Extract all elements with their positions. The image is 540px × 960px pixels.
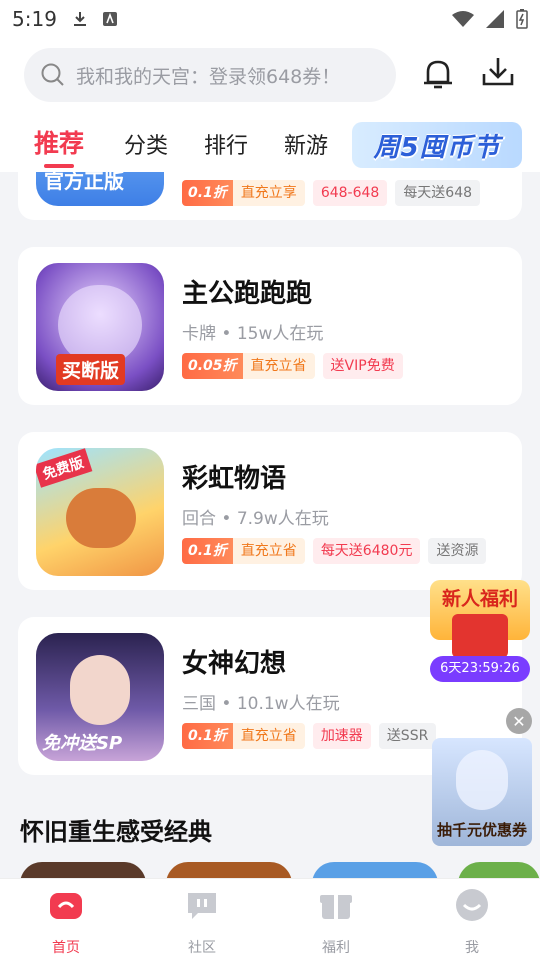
discount-label: 直充立省 (232, 538, 305, 564)
game-tag: 648-648 (312, 180, 388, 206)
search-placeholder: 我和我的天宫：登录领648券！ (76, 65, 341, 88)
discount-value: 0.05折 (182, 353, 243, 379)
section-title: 怀旧重生感受经典 (20, 818, 212, 846)
game-title: 女神幻想 (182, 649, 287, 679)
discount-badge: 0.05折 直充立省 (182, 353, 315, 379)
promo-text: 抽千元优惠券 (436, 821, 527, 839)
nav-community[interactable]: 社区 (162, 887, 242, 957)
game-card[interactable]: 免费版 彩虹物语 回合 • 7.9w人在玩 0.1折 直充立省 每天送6480元… (18, 432, 522, 590)
game-thumbnail[interactable] (458, 862, 540, 878)
game-title: 主公跑跑跑 (182, 279, 313, 309)
coupon-promo[interactable]: 抽千元优惠券 (432, 738, 532, 846)
discount-badge: 0.1折 直充立享 (182, 180, 305, 206)
nav-welfare[interactable]: 福利 (296, 887, 376, 957)
home-icon (50, 893, 82, 919)
nav-home[interactable]: 首页 (26, 887, 106, 957)
game-thumbnail: 买断版 (36, 263, 164, 391)
thumb-caption: 买断版 (56, 354, 126, 385)
tab-coin-festival-banner[interactable]: 周5囤币节 (352, 122, 522, 168)
game-tag: 加速器 (312, 723, 371, 749)
nav-me[interactable]: 我 (432, 887, 512, 957)
thumb-caption: 免冲送SP (42, 733, 123, 754)
game-thumbnail[interactable] (20, 862, 146, 878)
game-meta: 回合 • 7.9w人在玩 (182, 509, 329, 529)
game-tag: 送资源 (428, 538, 487, 564)
battery-icon (516, 9, 528, 29)
nav-label: 社区 (188, 940, 216, 956)
download-icon[interactable] (478, 52, 518, 92)
game-tag: 每天送648 (395, 180, 481, 206)
search-input[interactable]: 我和我的天宫：登录领648券！ (24, 48, 396, 102)
chat-icon (188, 893, 216, 919)
bottom-nav: 首页 社区 福利 我 (0, 878, 540, 960)
discount-value: 0.1折 (182, 180, 233, 206)
nav-label: 我 (465, 940, 479, 956)
search-icon (41, 63, 64, 86)
game-tags: 0.1折 直充立省 每天送6480元 送资源 (182, 538, 487, 564)
tab-recommend[interactable]: 推荐 (34, 124, 84, 160)
nav-label: 首页 (52, 940, 80, 956)
signal-icon (486, 10, 504, 28)
game-tag: 每天送6480元 (312, 538, 421, 564)
tab-new-games[interactable]: 新游 (284, 128, 328, 160)
header: 我和我的天宫：登录领648券！ 推荐 分类 排行 新游 周5囤币节 (0, 38, 540, 172)
game-thumbnail[interactable] (312, 862, 438, 878)
user-icon (456, 889, 488, 921)
status-time: 5:19 (12, 7, 57, 31)
discount-label: 直充立省 (242, 353, 315, 379)
bell-icon[interactable] (418, 54, 458, 94)
thumb-caption: 官方正版 (44, 172, 124, 193)
game-tag: 送SSR (378, 723, 437, 749)
discount-value: 0.1折 (182, 538, 233, 564)
status-bar: 5:19 (0, 0, 540, 38)
game-tags: 0.05折 直充立省 送VIP免费 (182, 353, 403, 379)
red-envelope-icon (452, 614, 508, 658)
game-meta: 卡牌 • 15w人在玩 (182, 324, 324, 344)
game-thumbnail: 免费版 (36, 448, 164, 576)
discount-label: 直充立省 (232, 723, 305, 749)
gift-icon (320, 895, 352, 919)
game-meta: 三国 • 10.1w人在玩 (182, 694, 340, 714)
game-tags: 0.1折 直充立享 648-648 每天送648 (182, 180, 481, 206)
discount-label: 直充立享 (232, 180, 305, 206)
tab-ranking[interactable]: 排行 (204, 128, 248, 160)
discount-badge: 0.1折 直充立省 (182, 723, 305, 749)
discount-badge: 0.1折 直充立省 (182, 538, 305, 564)
wifi-icon (452, 11, 474, 27)
game-thumbnail[interactable] (166, 862, 292, 878)
tab-category[interactable]: 分类 (124, 128, 168, 160)
new-user-promo[interactable]: 新人福利 6天23:59:26 (426, 578, 534, 688)
game-tag: 送VIP免费 (322, 353, 403, 379)
thumb-caption: 免费版 (36, 448, 93, 488)
game-thumbnail: 官方正版 (36, 172, 164, 206)
nav-label: 福利 (322, 940, 350, 956)
discount-value: 0.1折 (182, 723, 233, 749)
game-title: 彩虹物语 (182, 464, 287, 494)
category-tabs: 推荐 分类 排行 新游 周5囤币节 (0, 122, 540, 172)
close-icon[interactable]: ✕ (506, 708, 532, 734)
promo-title: 新人福利 (441, 588, 518, 610)
game-card[interactable]: 买断版 主公跑跑跑 卡牌 • 15w人在玩 0.05折 直充立省 送VIP免费 (18, 247, 522, 405)
app-status-icon (102, 12, 117, 26)
game-tags: 0.1折 直充立省 加速器 送SSR (182, 723, 437, 749)
game-card[interactable]: 官方正版 0.1折 直充立享 648-648 每天送648 (18, 172, 522, 220)
tab-active-indicator (44, 164, 74, 168)
promo-countdown: 6天23:59:26 (430, 656, 530, 682)
game-thumbnail: 免冲送SP (36, 633, 164, 761)
download-status-icon (73, 12, 86, 26)
